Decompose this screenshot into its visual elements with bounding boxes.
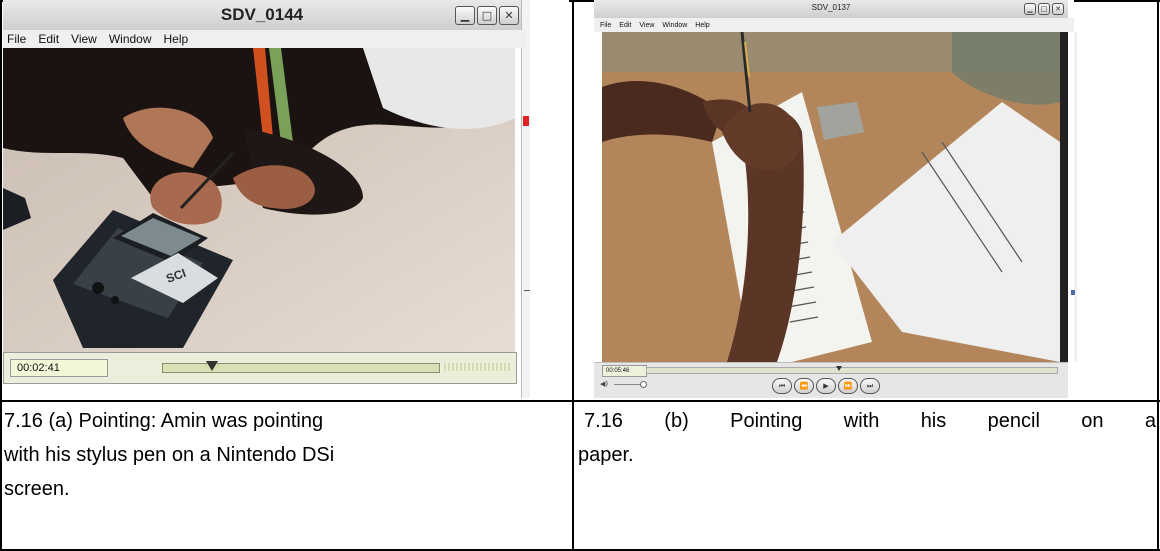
volume-icon[interactable]: ◀) [600, 380, 608, 388]
background-window-edge [1074, 32, 1077, 362]
caption-a: 7.16 (a) Pointing: Amin was pointing wit… [4, 404, 564, 506]
table-divider-vertical [572, 0, 574, 551]
caption-word: with [843, 410, 880, 432]
menu-edit[interactable]: Edit [38, 32, 59, 46]
table-divider-horizontal [0, 400, 1160, 402]
close-icon[interactable]: ✕ [499, 6, 519, 25]
maximize-icon[interactable]: □ [477, 6, 497, 25]
window-titlebar[interactable]: SDV_0137 ▁ □ ✕ [594, 0, 1068, 18]
window-controls: ▁ □ ✕ [455, 6, 519, 25]
caption-word: a [1144, 410, 1156, 432]
caption-b: 7.16 (b) Pointing with his pencil on a p… [578, 404, 1156, 472]
table-border-right [1157, 0, 1159, 551]
caption-word: on [1081, 410, 1104, 432]
screenshot-a: SDV_0144 ▁ □ ✕ File Edit View Window Hel… [3, 0, 569, 398]
minimize-icon[interactable]: ▁ [455, 6, 475, 25]
skip-forward-icon[interactable]: ⏭ [860, 378, 880, 394]
seek-thumb[interactable] [835, 366, 842, 371]
fast-forward-icon[interactable]: ⏩ [838, 378, 858, 394]
window-controls: ▁ □ ✕ [1024, 3, 1064, 15]
maximize-icon[interactable]: □ [1038, 3, 1050, 15]
video-frame[interactable] [602, 32, 1060, 362]
volume-knob[interactable] [640, 381, 647, 388]
seek-track[interactable] [646, 367, 1058, 374]
seek-thumb[interactable] [205, 361, 218, 371]
caption-word: 7.16 [584, 410, 623, 432]
video-frame[interactable]: SCI [3, 48, 515, 352]
playback-bar: 00:02:41 [3, 352, 517, 384]
menu-window[interactable]: Window [109, 32, 152, 46]
menu-bar: File Edit View Window Help [594, 18, 1074, 32]
play-icon[interactable]: ▶ [816, 378, 836, 394]
skip-back-icon[interactable]: ⏮ [772, 378, 792, 394]
menu-help[interactable]: Help [695, 22, 709, 29]
menu-window[interactable]: Window [662, 22, 687, 29]
caption-word: his [920, 410, 947, 432]
background-window-marker [523, 116, 529, 126]
caption-word: pencil [987, 410, 1040, 432]
time-display: 00:02:41 [10, 359, 108, 377]
menu-view[interactable]: View [639, 22, 654, 29]
window-titlebar[interactable]: SDV_0144 ▁ □ ✕ [3, 0, 521, 30]
table-border-left [0, 0, 2, 551]
caption-word: (b) [664, 410, 689, 432]
caption-a-line-2: with his stylus pen on a Nintendo DSi [4, 444, 335, 466]
caption-a-line-3: screen. [4, 478, 70, 500]
background-window-line [524, 290, 530, 291]
transport-controls: ⏮ ⏪ ▶ ⏩ ⏭ [772, 378, 880, 394]
playback-bar: 00:05:46 ◀) ⏮ ⏪ ▶ ⏩ ⏭ [594, 362, 1068, 398]
window-title: SDV_0137 [811, 3, 851, 12]
caption-b-line-1: 7.16 (b) Pointing with his pencil on a [578, 404, 1156, 438]
menu-edit[interactable]: Edit [619, 22, 631, 29]
seek-track[interactable] [162, 363, 440, 373]
time-display: 00:05:46 [602, 365, 647, 377]
menu-view[interactable]: View [71, 32, 97, 46]
menu-bar: File Edit View Window Help [3, 30, 525, 48]
caption-b-line-2: paper. [578, 444, 634, 466]
window-title: SDV_0144 [220, 5, 304, 24]
menu-help[interactable]: Help [164, 32, 189, 46]
background-window-edge [521, 0, 530, 398]
close-icon[interactable]: ✕ [1052, 3, 1064, 15]
menu-file[interactable]: File [7, 32, 26, 46]
menu-file[interactable]: File [600, 22, 611, 29]
video-still [602, 32, 1060, 362]
minimize-icon[interactable]: ▁ [1024, 3, 1036, 15]
background-window-marker [1071, 290, 1075, 295]
screenshot-b: SDV_0137 ▁ □ ✕ File Edit View Window Hel… [594, 0, 1074, 398]
caption-word: Pointing [730, 410, 803, 432]
video-still: SCI [3, 48, 515, 352]
window-edge-strip [1060, 32, 1068, 362]
buffer-indicator [444, 363, 510, 371]
caption-a-line-1: 7.16 (a) Pointing: Amin was pointing [4, 410, 324, 432]
rewind-icon[interactable]: ⏪ [794, 378, 814, 394]
